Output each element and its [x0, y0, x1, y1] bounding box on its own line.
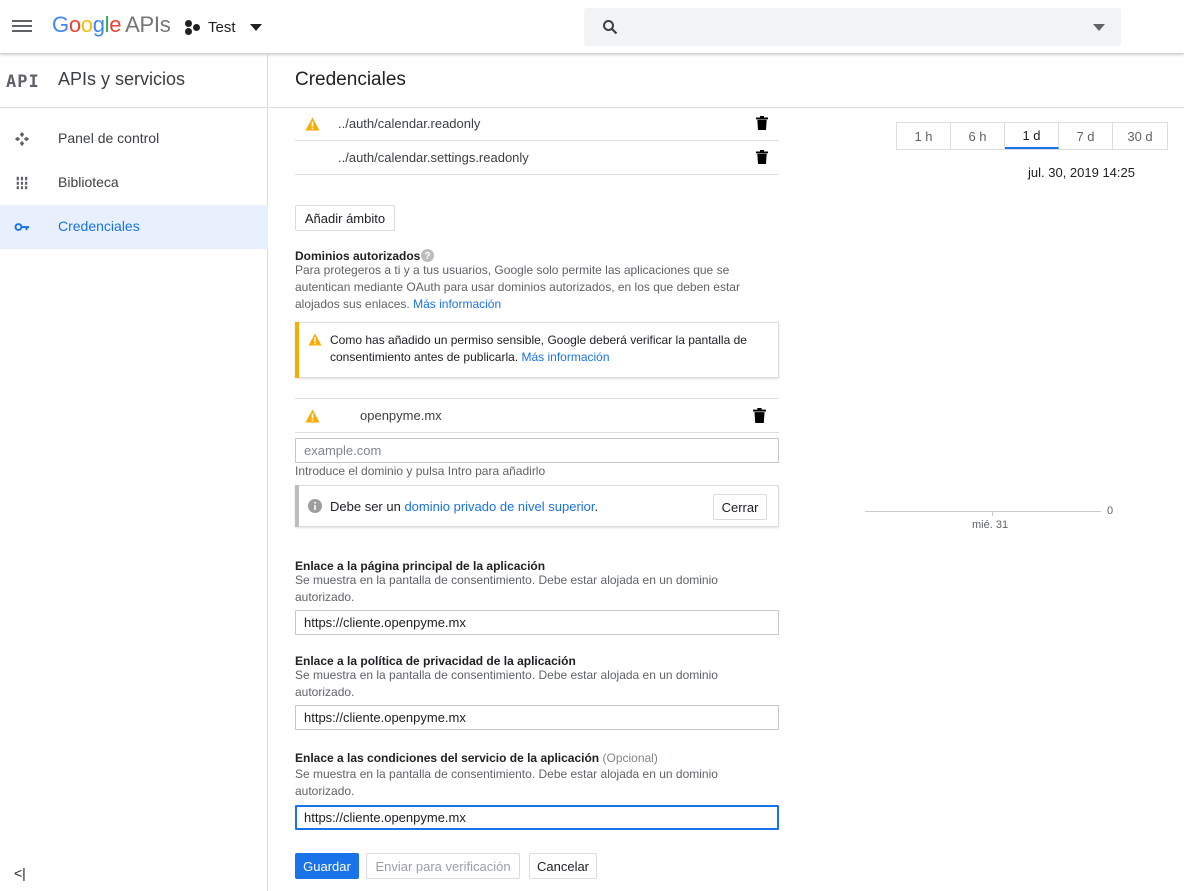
hamburger-menu-icon[interactable]: [11, 17, 33, 35]
info-suffix: .: [594, 499, 599, 514]
domain-info-notice: Debe ser un dominio privado de nivel sup…: [295, 485, 779, 527]
info-prefix: Debe ser un: [330, 499, 401, 514]
collapse-sidebar-icon[interactable]: <|: [14, 865, 26, 881]
search-input[interactable]: [584, 8, 1121, 46]
sidebar-item-dashboard[interactable]: Panel de control: [0, 117, 268, 161]
domain-input[interactable]: [295, 438, 779, 463]
google-apis-logo[interactable]: Google APIs: [52, 12, 171, 40]
warning-icon: [305, 117, 320, 131]
chart-x-label: mié. 31: [972, 519, 1009, 531]
page-header: Credenciales: [269, 55, 1184, 108]
sidebar: API APIs y servicios Panel de control Bi…: [0, 55, 268, 891]
warning-line: Como has añadido un permiso sensible, Go…: [330, 333, 747, 347]
warning-line: consentimiento antes de publicarla.: [330, 350, 519, 364]
cancel-button[interactable]: Cancelar: [529, 853, 597, 879]
tab-7d[interactable]: 7 d: [1059, 123, 1113, 149]
domain-input-hint: Introduce el dominio y pulsa Intro para …: [295, 464, 546, 478]
sidebar-title: APIs y servicios: [58, 69, 186, 89]
tab-6h[interactable]: 6 h: [951, 123, 1005, 149]
warning-icon: [308, 333, 322, 346]
help-line: autentican mediante OAuth para usar domi…: [295, 280, 740, 294]
terms-link-title: Enlace a las condiciones del servicio de…: [295, 751, 658, 765]
search-dropdown-icon[interactable]: [1093, 24, 1105, 31]
privacy-link-input[interactable]: [295, 705, 779, 730]
sidebar-header: API APIs y servicios: [0, 55, 267, 108]
svg-text:?: ?: [424, 251, 430, 262]
terms-title-text: Enlace a las condiciones del servicio de…: [295, 751, 600, 765]
homepage-link-input[interactable]: [295, 610, 779, 635]
help-line: alojados sus enlaces.: [295, 297, 410, 311]
chart-x-axis: [865, 511, 1101, 512]
privacy-link-help: Se muestra en la pantalla de consentimie…: [295, 667, 718, 701]
search-icon: [603, 20, 618, 35]
help-line: autorizado.: [295, 590, 355, 604]
help-line: autorizado.: [295, 685, 355, 699]
help-line: autorizado.: [295, 784, 355, 798]
project-name: Test: [208, 18, 236, 36]
privacy-link-title: Enlace a la política de privacidad de la…: [295, 654, 576, 668]
top-bar: Google APIs Test: [0, 0, 1184, 54]
homepage-link-title: Enlace a la página principal de la aplic…: [295, 559, 546, 573]
sensitive-scope-warning: Como has añadido un permiso sensible, Go…: [295, 322, 779, 378]
scope-row: ../auth/calendar.readonly: [295, 108, 779, 141]
project-selector[interactable]: Test: [184, 15, 262, 39]
info-icon: [308, 499, 322, 513]
warning-icon: [305, 409, 320, 423]
authorized-domains-title: Dominios autorizados: [295, 249, 421, 263]
scope-name: ../auth/calendar.readonly: [338, 116, 481, 131]
more-info-link[interactable]: Más información: [521, 350, 609, 364]
close-button[interactable]: Cerrar: [713, 494, 767, 520]
dashboard-icon: [14, 131, 30, 147]
sidebar-item-label: Panel de control: [58, 130, 160, 146]
library-icon: [15, 176, 29, 190]
help-line: Para protegeros a ti y a tus usuarios, G…: [295, 263, 730, 277]
chart-date: jul. 30, 2019 14:25: [1028, 165, 1135, 180]
terms-link-help: Se muestra en la pantalla de consentimie…: [295, 766, 718, 800]
sidebar-item-library[interactable]: Biblioteca: [0, 161, 268, 205]
delete-icon[interactable]: [753, 408, 766, 423]
page-title: Credenciales: [295, 69, 406, 90]
sidebar-item-label: Credenciales: [58, 218, 140, 234]
key-icon: [14, 223, 30, 231]
sidebar-item-label: Biblioteca: [58, 174, 119, 190]
warning-accent-bar: [295, 322, 299, 378]
terms-link-input[interactable]: [295, 805, 779, 830]
tab-1h[interactable]: 1 h: [897, 123, 951, 149]
help-line: Se muestra en la pantalla de consentimie…: [295, 573, 718, 587]
scope-name: ../auth/calendar.settings.readonly: [338, 150, 529, 165]
add-scope-button[interactable]: Añadir ámbito: [295, 205, 395, 231]
help-line: Se muestra en la pantalla de consentimie…: [295, 668, 718, 682]
domain-row: openpyme.mx: [295, 398, 779, 433]
delete-icon[interactable]: [756, 116, 768, 130]
domain-name: openpyme.mx: [360, 408, 442, 423]
save-button[interactable]: Guardar: [295, 853, 359, 879]
scope-row: ../auth/calendar.settings.readonly: [295, 142, 779, 175]
chart-y-label: 0: [1107, 505, 1114, 517]
info-text: Debe ser un dominio privado de nivel sup…: [330, 499, 598, 514]
tab-1d[interactable]: 1 d: [1005, 123, 1059, 149]
delete-icon[interactable]: [756, 150, 768, 164]
sidebar-item-credentials[interactable]: Credenciales: [0, 205, 268, 249]
time-range-tabs: 1 h 6 h 1 d 7 d 30 d: [896, 122, 1168, 150]
chart-x-tick: [992, 511, 993, 516]
optional-tag: (Opcional): [602, 751, 658, 765]
help-line: Se muestra en la pantalla de consentimie…: [295, 767, 718, 781]
homepage-link-help: Se muestra en la pantalla de consentimie…: [295, 572, 718, 606]
warning-text: Como has añadido un permiso sensible, Go…: [330, 332, 747, 366]
project-icon: [184, 18, 202, 36]
authorized-domains-help: Para protegeros a ti y a tus usuarios, G…: [295, 262, 779, 313]
help-icon[interactable]: ?: [421, 249, 434, 262]
chevron-down-icon: [249, 23, 262, 31]
top-level-domain-link[interactable]: dominio privado de nivel superior: [404, 499, 594, 514]
logo-apis-text: APIs: [125, 12, 171, 37]
api-icon: API: [6, 72, 40, 92]
info-accent-bar: [295, 485, 299, 527]
more-info-link[interactable]: Más información: [413, 297, 501, 311]
tab-30d[interactable]: 30 d: [1113, 123, 1167, 149]
submit-for-verification-button[interactable]: Enviar para verificación: [366, 853, 520, 879]
